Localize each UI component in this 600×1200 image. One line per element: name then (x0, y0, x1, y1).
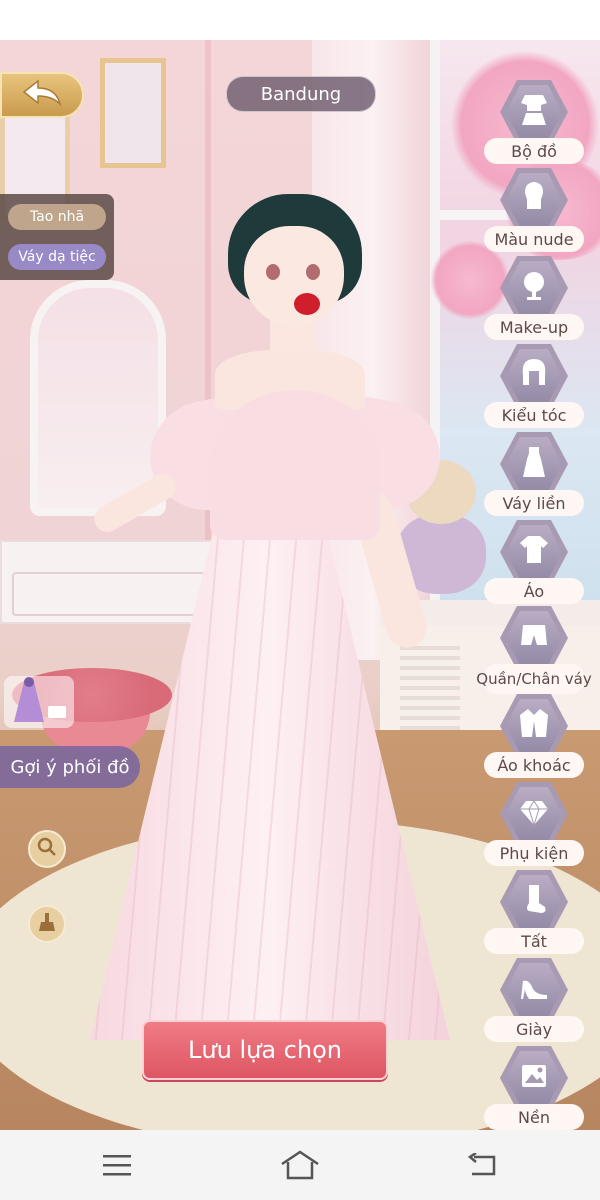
dress-bodice (210, 390, 380, 540)
category-label: Váy liền (484, 490, 584, 516)
category-label: Kiểu tóc (484, 402, 584, 428)
category-label: Make-up (484, 314, 584, 340)
sock-icon (519, 883, 549, 921)
background-image-icon (519, 1059, 549, 1097)
diamond-icon (519, 795, 549, 833)
character-avatar[interactable] (70, 190, 470, 1070)
category-jacket[interactable]: Áo khoác (482, 694, 586, 778)
character-eye (306, 264, 320, 280)
broom-icon (36, 911, 58, 937)
category-shoes[interactable]: Giày (482, 958, 586, 1042)
nude-head-icon (519, 181, 549, 219)
dress-thumbnail-icon (14, 677, 66, 722)
wall-picture-frame (100, 58, 166, 168)
category-background[interactable]: Nền (482, 1046, 586, 1130)
category-label: Quần/Chân váy (476, 664, 592, 694)
rose-accessory (294, 293, 320, 315)
category-makeup[interactable]: Make-up (482, 256, 586, 340)
zoom-button[interactable] (28, 830, 66, 868)
category-label: Bộ đồ (484, 138, 584, 164)
category-dress[interactable]: Váy liền (482, 432, 586, 516)
system-navigation-bar (0, 1130, 600, 1200)
shirt-icon (519, 533, 549, 571)
category-label: Phụ kiện (484, 840, 584, 866)
category-accessories[interactable]: Phụ kiện (482, 782, 586, 866)
category-label: Giày (484, 1016, 584, 1042)
back-icon[interactable] (462, 1148, 502, 1182)
high-heel-icon (519, 971, 549, 1009)
style-tag: Tao nhã (8, 204, 106, 230)
character-face (244, 226, 344, 326)
outfit-set-icon (519, 93, 549, 131)
category-bottoms[interactable]: Quần/Chân váy (476, 606, 592, 694)
category-label: Nền (484, 1104, 584, 1130)
shorts-icon (519, 619, 549, 657)
hairstyle-icon (519, 357, 549, 395)
character-name-label: Bandung (226, 76, 376, 112)
dress-icon (519, 445, 549, 483)
category-label: Tất (484, 928, 584, 954)
back-button[interactable] (0, 72, 84, 118)
character-eye (266, 264, 280, 280)
magnifier-icon (36, 836, 58, 862)
category-shirt[interactable]: Áo (482, 520, 586, 604)
outfit-suggestion-button[interactable]: Gợi ý phối đồ (0, 746, 140, 788)
style-tag: Váy dạ tiệc (8, 244, 106, 270)
suggested-outfit-thumbnail[interactable] (4, 676, 74, 728)
character-arm (89, 469, 181, 537)
category-label: Màu nude (484, 226, 584, 252)
category-label: Áo khoác (484, 752, 584, 778)
category-outfit-set[interactable]: Bộ đồ (482, 80, 586, 164)
mirror-icon (519, 269, 549, 307)
home-icon[interactable] (280, 1148, 320, 1182)
clear-outfit-button[interactable] (28, 905, 66, 943)
menu-icon[interactable] (97, 1148, 137, 1182)
category-label: Áo (484, 578, 584, 604)
save-selection-button[interactable]: Lưu lựa chọn (142, 1020, 388, 1080)
category-nude[interactable]: Màu nude (482, 168, 586, 252)
category-socks[interactable]: Tất (482, 870, 586, 954)
back-arrow-icon (20, 78, 64, 112)
category-hairstyle[interactable]: Kiểu tóc (482, 344, 586, 428)
jacket-icon (519, 707, 549, 745)
